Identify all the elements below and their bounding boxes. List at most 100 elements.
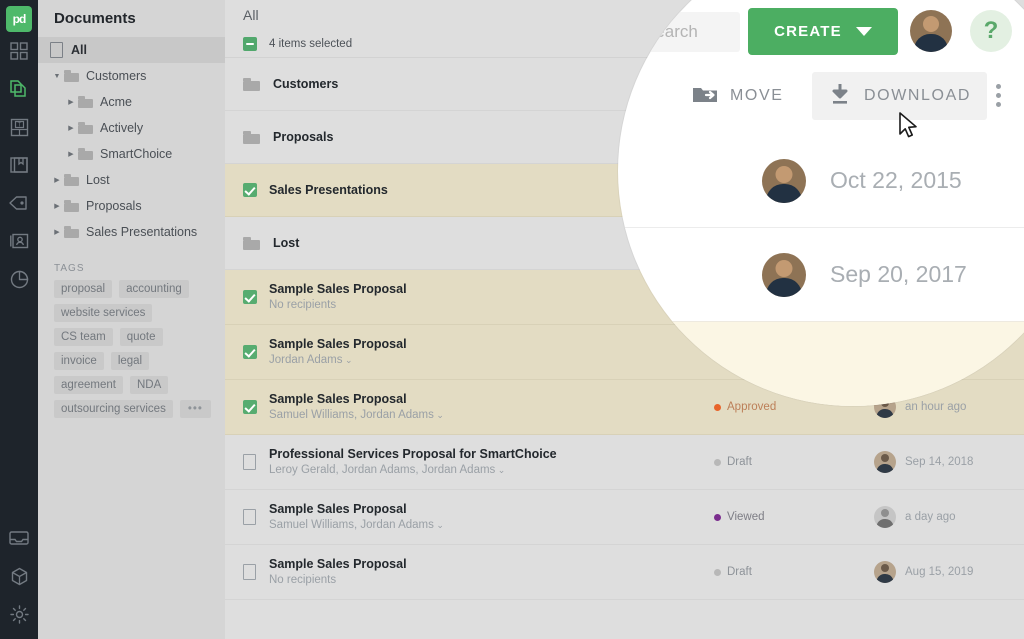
chevron-down-icon[interactable]: ⌄ xyxy=(434,520,444,530)
recipients-label: Leroy Gerald, Jordan Adams, Jordan Adams xyxy=(269,464,496,477)
sidebar-item-label: Lost xyxy=(86,173,110,187)
tag-chip[interactable]: website services xyxy=(54,304,153,322)
folder-name: Sales Presentations xyxy=(269,182,388,197)
document-recipients: No recipients xyxy=(269,572,714,588)
grid-dashboard-icon[interactable] xyxy=(0,32,38,70)
document-icon[interactable] xyxy=(243,509,256,525)
search-input[interactable]: Search xyxy=(630,12,740,52)
document-recipients: Samuel Williams, Jordan Adams ⌄ xyxy=(269,407,714,423)
chevron-down-icon xyxy=(855,27,872,36)
recipients-label: Jordan Adams xyxy=(269,354,343,367)
pandadoc-logo-icon[interactable]: pd xyxy=(6,6,32,32)
tag-chip[interactable]: outsourcing services xyxy=(54,400,173,418)
timestamp-label: a day ago xyxy=(905,511,956,523)
magnified-row[interactable]: Sep 20, 2017 xyxy=(618,228,1024,322)
document-icon[interactable] xyxy=(243,454,256,470)
more-options-icon[interactable] xyxy=(996,84,1001,107)
sidebar-item-smartchoice[interactable]: ▶ SmartChoice xyxy=(38,141,225,167)
row-checkbox-checked[interactable] xyxy=(243,345,257,359)
folder-icon xyxy=(64,199,79,212)
sidebar-item-acme[interactable]: ▶ Acme xyxy=(38,89,225,115)
tag-chip[interactable]: accounting xyxy=(119,280,189,298)
sidebar-item-label: Customers xyxy=(86,69,147,83)
folder-name: Lost xyxy=(273,235,300,250)
document-title: Sample Sales Proposal xyxy=(269,501,407,516)
row-checkbox-checked[interactable] xyxy=(243,400,257,414)
folder-name: Customers xyxy=(273,76,339,91)
sidebar-item-proposals[interactable]: ▶ Proposals xyxy=(38,193,225,219)
timestamp-label: Aug 15, 2019 xyxy=(905,566,974,578)
chevron-right-icon[interactable]: ▶ xyxy=(64,121,78,135)
create-button[interactable]: CREATE xyxy=(748,8,898,55)
magnified-selected-row-tint xyxy=(618,322,1024,406)
cube-icon[interactable] xyxy=(0,557,38,595)
recipients-label: Samuel Williams, Jordan Adams xyxy=(269,519,434,532)
status-badge: Draft xyxy=(714,456,874,468)
sidebar-item-lost[interactable]: ▶ Lost xyxy=(38,167,225,193)
status-dot xyxy=(714,458,721,466)
recipients-label: No recipients xyxy=(269,574,337,587)
status-badge: Viewed xyxy=(714,511,874,523)
sidebar-item-label: Sales Presentations xyxy=(86,225,198,239)
row-timestamp: Sep 20, 2017 xyxy=(830,261,967,287)
folder-tree: ▼ Customers ▶ Acme ▶ Actively ▶ SmartChoice ▶ Los… xyxy=(38,63,225,245)
table-row[interactable]: Sample Sales Proposal Samuel Williams, Jo… xyxy=(225,490,1024,545)
documents-icon[interactable] xyxy=(0,70,38,108)
tag-chip[interactable]: legal xyxy=(110,352,150,370)
select-all-checkbox[interactable] xyxy=(243,36,257,51)
tag-chip[interactable]: proposal xyxy=(54,280,113,298)
folder-icon xyxy=(64,173,79,186)
contact-card-icon[interactable] xyxy=(0,222,38,260)
chevron-down-icon[interactable]: ⌄ xyxy=(495,465,506,475)
folder-icon xyxy=(64,69,79,82)
avatar[interactable] xyxy=(910,10,952,52)
sidebar-item-all[interactable]: All xyxy=(38,37,225,63)
tag-chip[interactable]: NDA xyxy=(129,376,169,394)
tag-chip[interactable]: invoice xyxy=(54,352,104,370)
document-icon[interactable] xyxy=(243,564,256,580)
chevron-right-icon[interactable]: ▶ xyxy=(50,225,64,239)
tag-chip[interactable]: CS team xyxy=(54,328,113,346)
template-icon[interactable]: T xyxy=(0,108,38,146)
chevron-right-icon[interactable]: ▶ xyxy=(64,147,78,161)
folder-icon xyxy=(64,225,79,238)
folder-icon xyxy=(78,147,93,160)
chevron-right-icon[interactable]: ▶ xyxy=(50,173,64,187)
pie-chart-icon[interactable] xyxy=(0,260,38,298)
content-library-icon[interactable] xyxy=(0,146,38,184)
inbox-icon[interactable] xyxy=(0,519,38,557)
sidebar-item-sales-presentations[interactable]: ▶ Sales Presentations xyxy=(38,219,225,245)
magnified-row[interactable]: Oct 22, 2015 xyxy=(618,134,1024,228)
row-checkbox-checked[interactable] xyxy=(243,183,257,197)
move-button[interactable]: MOVE xyxy=(676,72,800,120)
document-info: Sample Sales Proposal No recipients xyxy=(269,556,714,589)
folder-icon xyxy=(78,121,93,134)
chevron-down-icon[interactable]: ⌄ xyxy=(434,410,444,420)
sidebar: Documents All ▼ Customers ▶ Acme ▶ Actively ▶ S… xyxy=(38,0,225,639)
table-row[interactable]: Sample Sales Proposal No recipients Draft A… xyxy=(225,545,1024,600)
table-row[interactable]: Professional Services Proposal for Smart… xyxy=(225,435,1024,490)
sidebar-item-label: SmartChoice xyxy=(100,147,173,161)
chevron-down-icon[interactable]: ⌄ xyxy=(343,355,353,365)
tag-icon[interactable] xyxy=(0,184,38,222)
row-timestamp: Oct 22, 2015 xyxy=(830,167,962,193)
app-window: pd T Documents All ▼ Customers ▶ Acme ▶ … xyxy=(0,0,1024,639)
document-recipients: Leroy Gerald, Jordan Adams, Jordan Adams… xyxy=(269,462,714,478)
chevron-right-icon[interactable]: ▶ xyxy=(64,95,78,109)
document-recipients: Samuel Williams, Jordan Adams ⌄ xyxy=(269,517,714,533)
move-folder-icon xyxy=(692,84,718,109)
tag-chip[interactable]: agreement xyxy=(54,376,123,394)
sidebar-item-customers[interactable]: ▼ Customers xyxy=(38,63,225,89)
row-checkbox-checked[interactable] xyxy=(243,290,257,304)
svg-text:T: T xyxy=(17,122,21,128)
folder-icon xyxy=(243,236,260,250)
chevron-right-icon[interactable]: ▶ xyxy=(50,199,64,213)
sidebar-item-actively[interactable]: ▶ Actively xyxy=(38,115,225,141)
gear-icon[interactable] xyxy=(0,595,38,633)
chevron-down-icon[interactable]: ▼ xyxy=(50,69,64,83)
tags-more-button[interactable]: ••• xyxy=(179,400,211,418)
tag-chip[interactable]: quote xyxy=(119,328,163,346)
mouse-cursor xyxy=(898,112,920,147)
help-button[interactable]: ? xyxy=(970,10,1012,52)
selection-count-label: 4 items selected xyxy=(269,37,353,50)
